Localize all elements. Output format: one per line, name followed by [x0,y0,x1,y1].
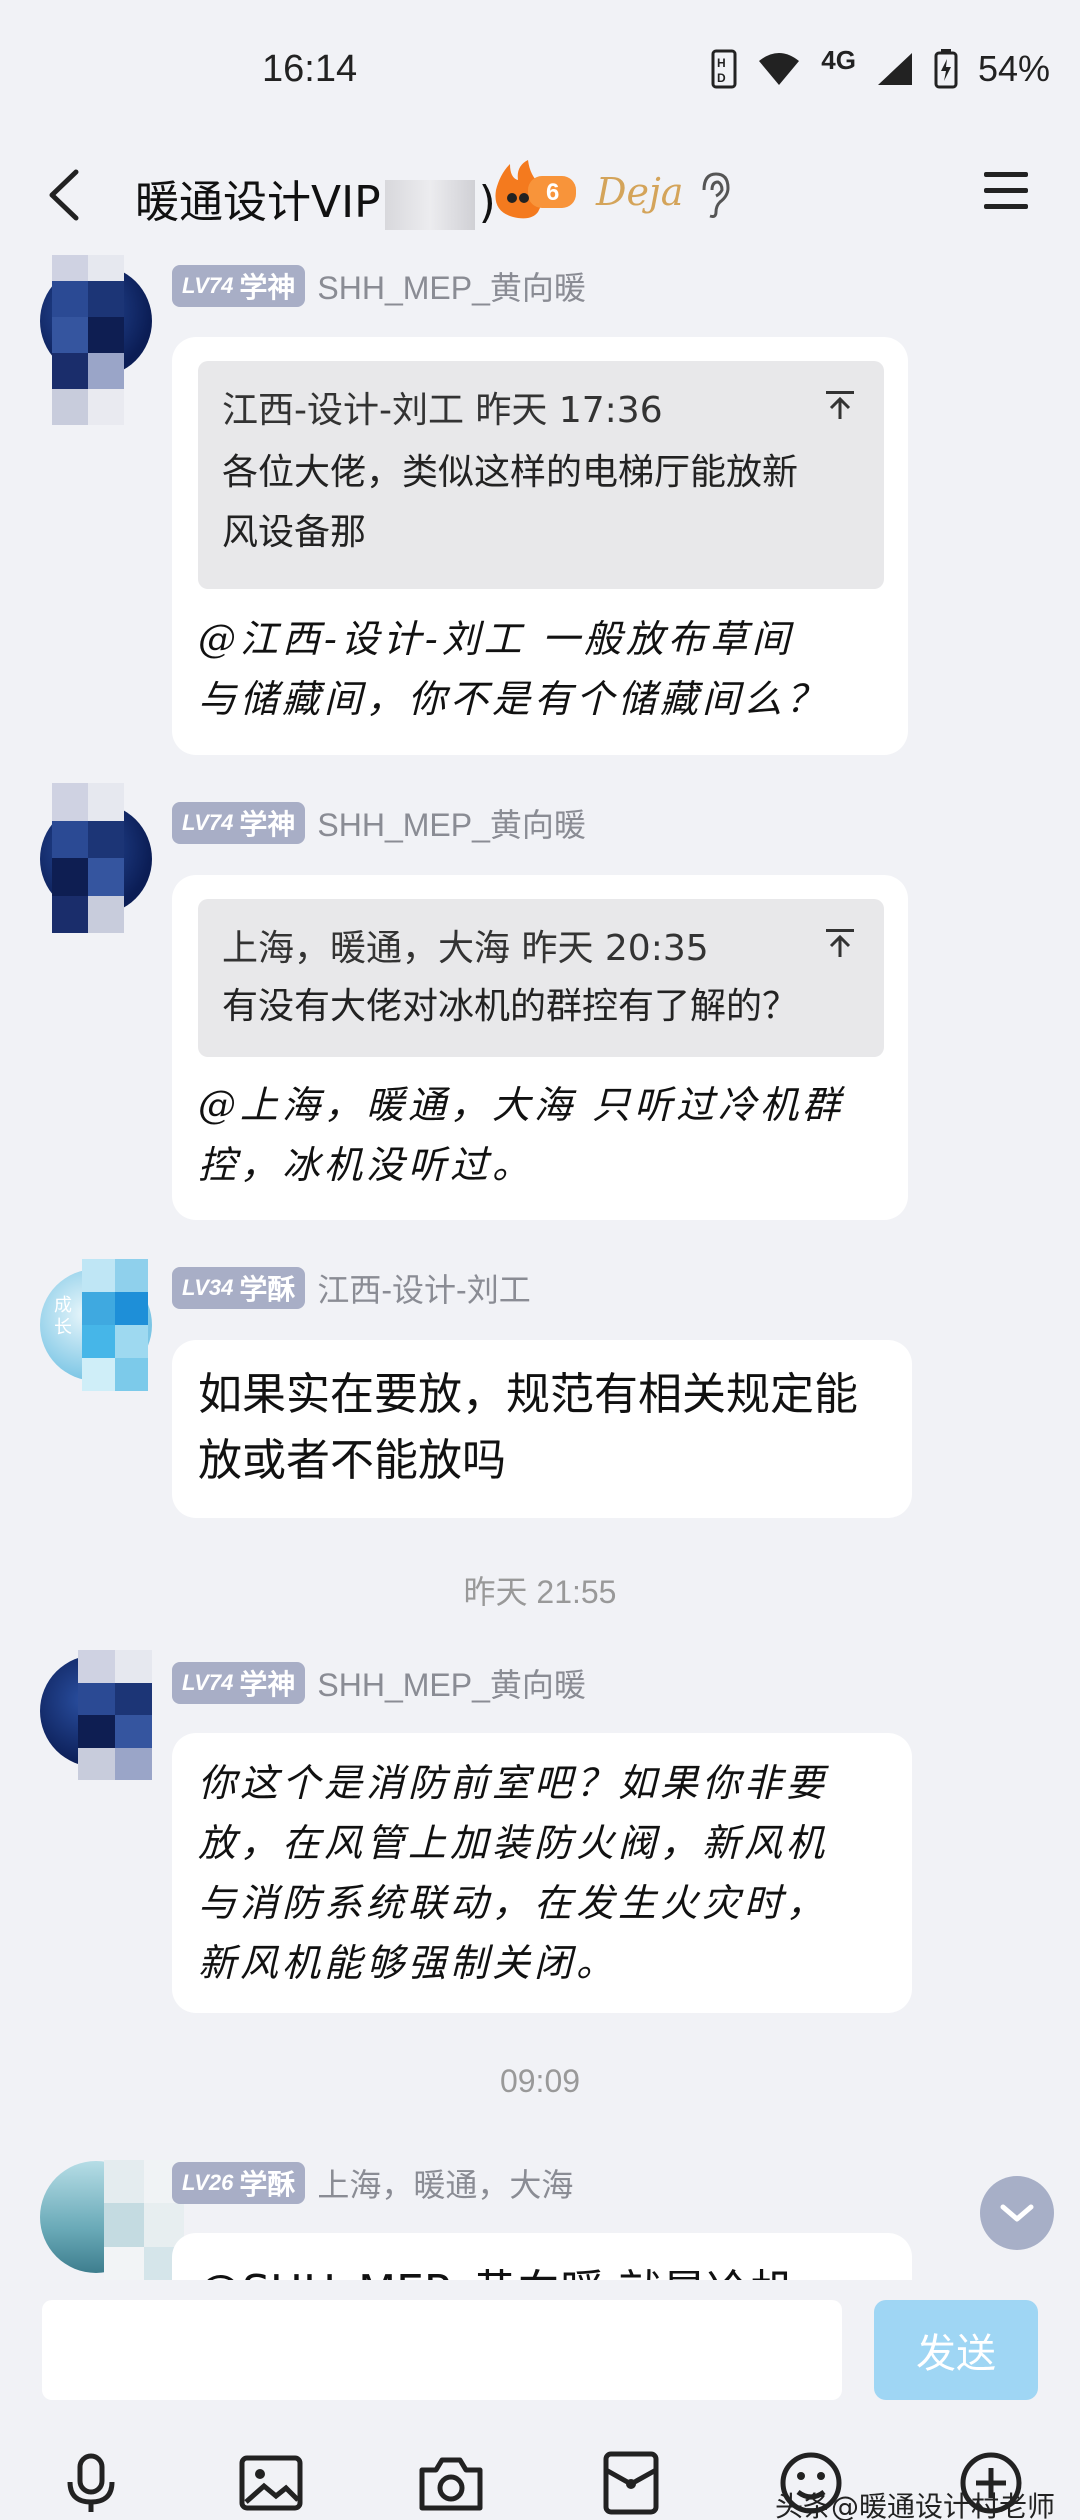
level-badge: LV26 学酥 [172,2162,306,2204]
message-text: 如果实在要放，规范有相关规定能 放或者不能放吗 [198,1369,858,1486]
quote-author-time: 上海，暖通，大海 昨天 20:35 [222,928,709,969]
input-bar: 发送 [0,2280,1080,2520]
message-text: @江西-设计-刘工 一般放布草间 与储藏间，你不是有个储藏间么？ [198,617,829,721]
battery-icon [934,49,958,89]
red-packet-icon[interactable] [596,2448,666,2518]
watermark: 头条@暖通设计村老师 [775,2490,1056,2520]
timestamp: 09:09 [499,2063,581,2099]
menu-icon[interactable] [978,162,1034,218]
back-icon[interactable] [30,160,100,230]
status-bar: 16:14 HD 4G 54% [0,0,1080,140]
status-time: 16:14 [262,48,358,90]
level-badge: LV74 学神 [172,1662,306,1704]
message-bubble[interactable]: 江西-设计-刘工 昨天 17:36 各位大佬，类似这样的电梯厅能放新 风设备那 … [172,337,908,755]
microphone-icon[interactable] [56,2448,126,2518]
quoted-message[interactable]: 江西-设计-刘工 昨天 17:36 各位大佬，类似这样的电梯厅能放新 风设备那 [198,361,884,589]
chat-area[interactable]: LV74 学神 SHH_MEP_黄向暖 江西-设计-刘工 昨天 17:36 各位大… [0,255,1080,2280]
quote-author-time: 江西-设计-刘工 昨天 17:36 [222,390,663,431]
image-icon[interactable] [236,2448,306,2518]
avatar-text: 成长 [54,1295,72,1338]
quoted-message[interactable]: 上海，暖通，大海 昨天 20:35 有没有大佬对冰机的群控有了解的？ [198,899,884,1057]
svg-text:D: D [717,71,726,85]
level-badge: LV34 学酥 [172,1267,306,1309]
camera-icon[interactable] [416,2448,486,2518]
sender-name[interactable]: SHH_MEP_黄向暖 [317,1660,586,1706]
message-text: @SHH_MEP_黄向暖 就是冷机 [198,2259,794,2280]
ear-icon[interactable] [694,170,734,220]
message-bubble[interactable]: @SHH_MEP_黄向暖 就是冷机 [172,2233,912,2280]
jump-to-quote-icon[interactable] [822,925,858,961]
avatar-mosaic [78,1650,152,1780]
sender-row: LV74 学神 SHH_MEP_黄向暖 [172,800,586,846]
avatar-mosaic [52,783,124,933]
level-badge: LV74 学神 [172,265,306,307]
signal-icon [877,53,912,85]
message-bubble[interactable]: 你这个是消防前室吧？如果你非要 放，在风管上加装防火阀，新风机 与消防系统联动，… [172,1733,912,2013]
svg-text:H: H [717,56,726,70]
jump-to-quote-icon[interactable] [822,387,858,423]
message-bubble[interactable]: 上海，暖通，大海 昨天 20:35 有没有大佬对冰机的群控有了解的？ @上海，暖… [172,875,908,1220]
battery-level: 54% [977,48,1050,89]
sender-name[interactable]: SHH_MEP_黄向暖 [317,800,586,846]
sender-name[interactable]: 江西-设计-刘工 [317,1265,530,1311]
quote-text: 各位大佬，类似这样的电梯厅能放新 风设备那 [222,452,799,553]
level-badge: LV74 学神 [172,802,306,844]
status-icons: HD 4G 54% [711,44,1050,90]
wifi-icon [759,53,800,85]
message-input[interactable] [42,2300,842,2400]
sender-row: LV34 学酥 江西-设计-刘工 [172,1265,531,1311]
sender-name[interactable]: 上海，暖通，大海 [317,2160,573,2206]
page-title: 暖通设计VIP) [135,166,496,230]
sender-row: LV74 学神 SHH_MEP_黄向暖 [172,1660,586,1706]
timestamp: 昨天 21:55 [463,1574,617,1610]
hd-icon: HD [711,49,737,89]
message-text: 你这个是消防前室吧？如果你非要 放，在风管上加装防火阀，新风机 与消防系统联动，… [198,1761,829,1985]
sender-name[interactable]: SHH_MEP_黄向暖 [317,263,586,309]
chat-header: 暖通设计VIP) 6 Deja [0,140,1080,255]
network-type: 4G [821,44,856,75]
blurred-region [384,180,475,230]
quote-text: 有没有大佬对冰机的群控有了解的？ [222,986,799,1027]
sender-row: LV26 学酥 上海，暖通，大海 [172,2160,573,2206]
fire-badge-icon[interactable]: 6 [488,158,578,222]
message-text: @上海，暖通，大海 只听过冷机群 控，冰机没听过。 [198,1083,845,1187]
send-button[interactable]: 发送 [874,2300,1038,2400]
avatar-mosaic [52,255,124,425]
deja-badge[interactable]: Deja [596,170,683,214]
fire-level: 6 [546,179,559,206]
message-bubble[interactable]: 如果实在要放，规范有相关规定能 放或者不能放吗 [172,1340,912,1518]
sender-row: LV74 学神 SHH_MEP_黄向暖 [172,263,586,309]
chevron-down-icon [1000,2204,1034,2222]
group-name: 暖通设计VIP [135,177,381,228]
scroll-to-bottom-button[interactable] [980,2176,1054,2250]
avatar-mosaic [82,1259,148,1391]
